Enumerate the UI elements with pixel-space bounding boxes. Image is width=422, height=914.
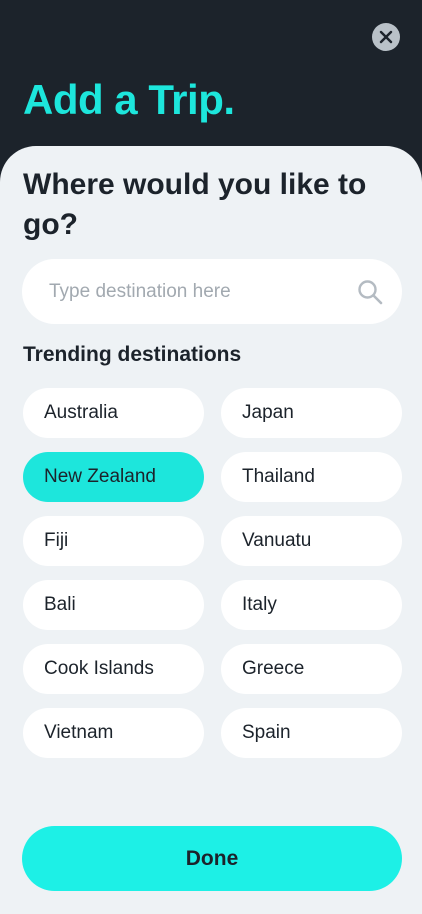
destination-chip[interactable]: Italy [221, 580, 402, 630]
close-button[interactable] [372, 23, 400, 51]
close-icon [379, 30, 393, 44]
search-box[interactable] [22, 259, 402, 324]
destination-chip[interactable]: Bali [23, 580, 204, 630]
destination-question: Where would you like to go? [23, 168, 367, 241]
destination-chip[interactable]: New Zealand [23, 452, 204, 502]
page-title: Add a Trip. [23, 76, 235, 123]
search-icon[interactable] [356, 278, 384, 306]
destination-chip[interactable]: Fiji [23, 516, 204, 566]
trending-destinations-heading: Trending destinations [23, 343, 242, 366]
header: Add a Trip. [0, 0, 422, 170]
destination-chip[interactable]: Thailand [221, 452, 402, 502]
done-button[interactable]: Done [22, 826, 402, 891]
destination-chip[interactable]: Spain [221, 708, 402, 758]
add-trip-sheet: Where would you like to go? Trending des… [0, 146, 422, 914]
destination-chip[interactable]: Cook Islands [23, 644, 204, 694]
destination-chip[interactable]: Greece [221, 644, 402, 694]
trending-destinations-grid: Australia Japan New Zealand Thailand Fiji Van… [23, 388, 402, 758]
destination-chip[interactable]: Australia [23, 388, 204, 438]
destination-chip[interactable]: Japan [221, 388, 402, 438]
destination-search-input[interactable] [49, 280, 356, 303]
destination-chip[interactable]: Vietnam [23, 708, 204, 758]
destination-chip[interactable]: Vanuatu [221, 516, 402, 566]
